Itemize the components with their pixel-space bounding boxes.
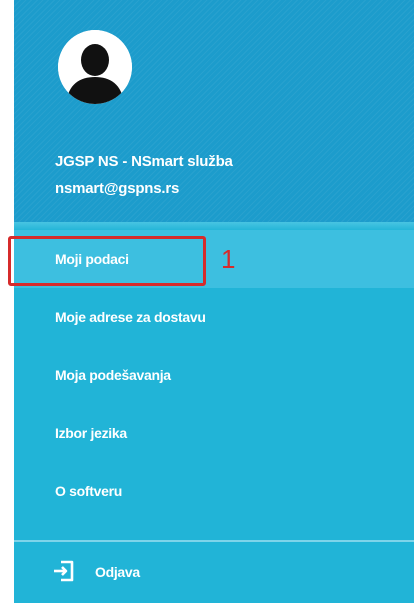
annotation-number: 1 [221, 244, 236, 274]
user-silhouette-icon [58, 30, 132, 104]
menu-item-label: O softveru [55, 483, 123, 499]
avatar[interactable] [58, 30, 132, 104]
menu-item-izbor-jezika[interactable]: Izbor jezika [14, 404, 414, 462]
menu-item-o-softveru[interactable]: O softveru [14, 462, 414, 520]
profile-header: JGSP NS - NSmart služba nsmart@gspns.rs [14, 0, 414, 222]
logout-label: Odjava [95, 564, 140, 580]
menu-item-moji-podaci[interactable]: Moji podaci [14, 230, 414, 288]
menu-item-label: Izbor jezika [55, 425, 127, 441]
navigation-drawer: JGSP NS - NSmart služba nsmart@gspns.rs … [14, 0, 414, 603]
logout-icon [54, 560, 74, 582]
user-name: JGSP NS - NSmart služba [55, 153, 233, 170]
menu-item-label: Moji podaci [55, 251, 129, 267]
drawer-menu: Moji podaci Moje adrese za dostavu Moja … [14, 230, 414, 520]
menu-item-label: Moje adrese za dostavu [55, 309, 206, 325]
user-email: nsmart@gspns.rs [55, 180, 180, 197]
menu-item-moja-podesavanja[interactable]: Moja podešavanja [14, 346, 414, 404]
header-divider [14, 222, 414, 230]
logout-button[interactable]: Odjava [14, 542, 414, 603]
menu-item-moje-adrese[interactable]: Moje adrese za dostavu [14, 288, 414, 346]
menu-item-label: Moja podešavanja [55, 367, 171, 383]
